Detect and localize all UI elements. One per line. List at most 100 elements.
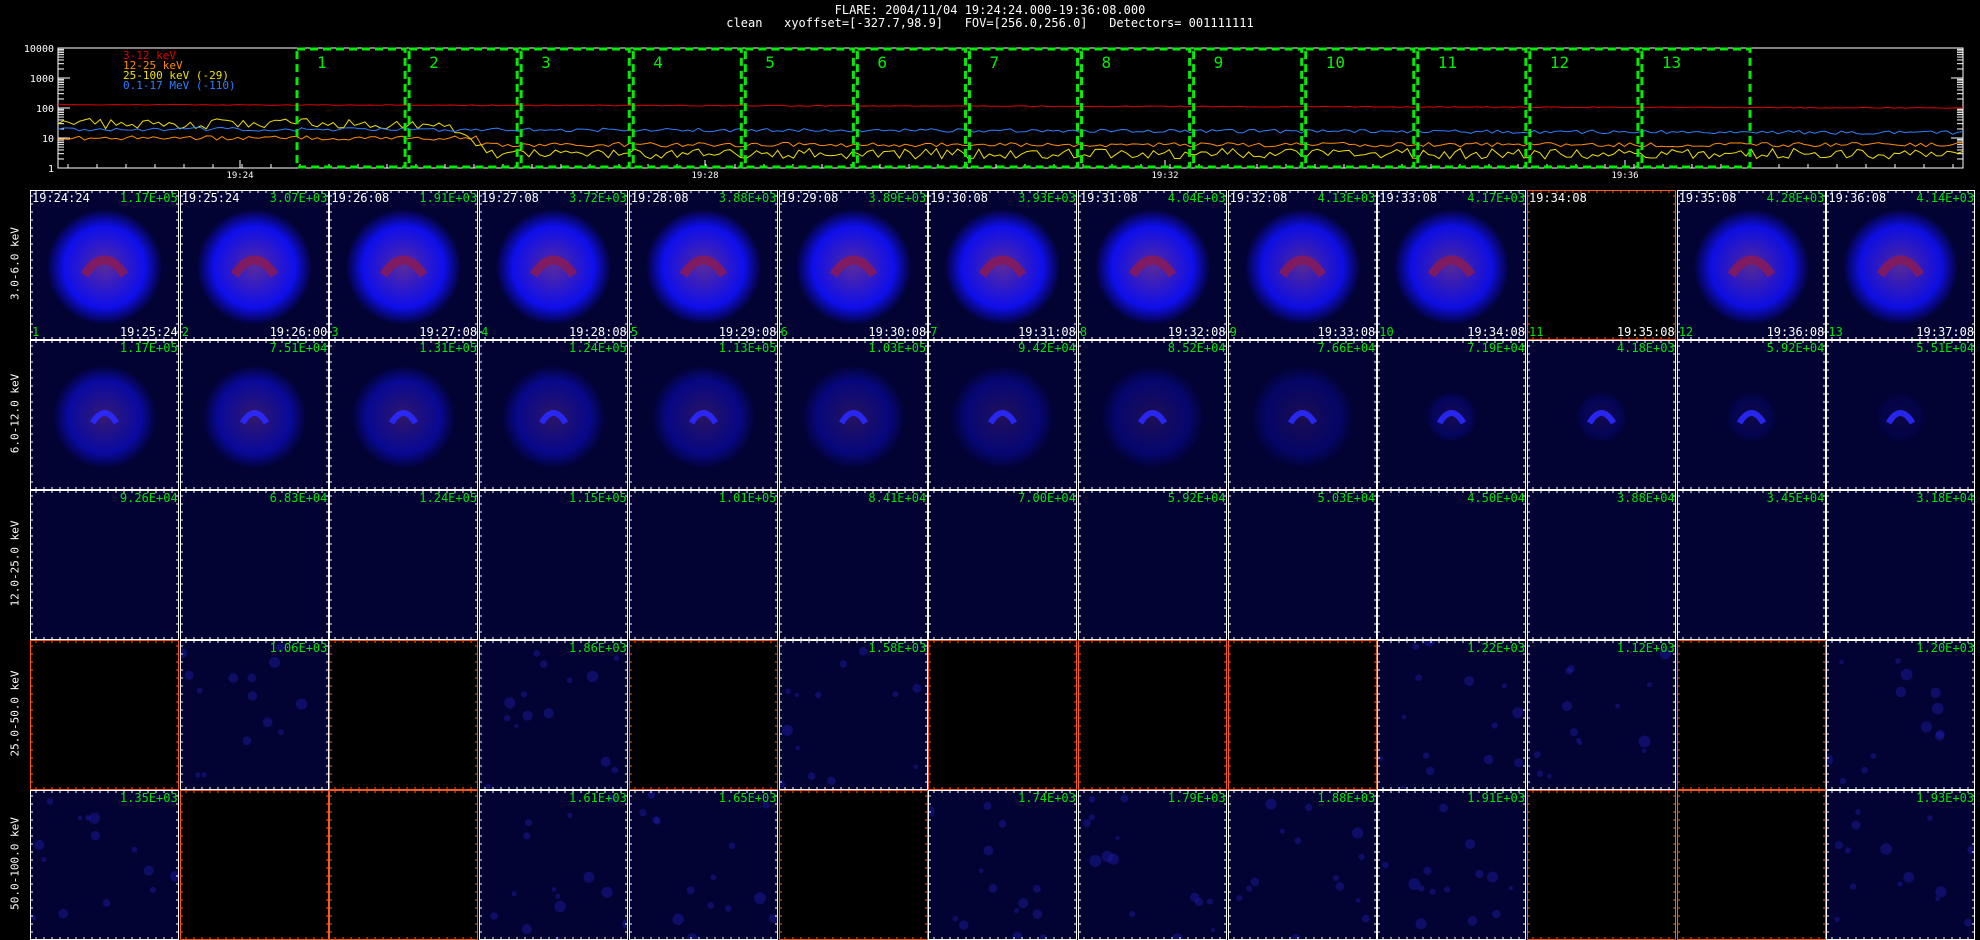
cell-frame: [628, 790, 778, 940]
cell-frame: [928, 790, 1078, 940]
cell-border: [928, 340, 1078, 490]
cell-border: [778, 640, 928, 790]
xtick-label: 19:24: [226, 171, 253, 181]
image-cell: 7.00E+04: [928, 490, 1078, 640]
interval-box: [631, 47, 743, 169]
cell-border: [1826, 190, 1976, 340]
start-time: 19:33:08: [1379, 191, 1438, 205]
cell-border: [479, 340, 629, 490]
cell-frame: [1826, 340, 1976, 490]
ytick-label: 1: [48, 164, 54, 175]
interval-label: 9: [1214, 53, 1224, 72]
end-time: 19:32:08: [1167, 325, 1226, 339]
cell-border: [1826, 340, 1976, 490]
cell-border: [30, 190, 179, 340]
cell-frame: [1527, 490, 1676, 640]
peak-value: 1.17E+05: [119, 191, 178, 205]
image-cell: 3.88E+03 19:28:08 19:29:08 5: [628, 190, 779, 340]
cell-frame: [1676, 340, 1826, 490]
row-label: 25.0-50.0 keV: [8, 670, 22, 757]
cell-frame: [329, 340, 479, 490]
interval-box: [295, 47, 407, 169]
xtick-label: 19:36: [1611, 171, 1638, 181]
cell-border: [1077, 490, 1227, 640]
cell-frame: [479, 640, 629, 790]
cell-frame: [1527, 340, 1676, 490]
cell-frame: [479, 490, 629, 640]
cell-frame: [179, 490, 329, 640]
end-time: 19:26:00: [269, 325, 328, 339]
image-cell: 19:34:08 19:35:08 11: [1527, 190, 1677, 340]
cell-frame: [1377, 640, 1527, 790]
cell-border: [778, 340, 928, 490]
cell-frame: [628, 640, 778, 790]
cell-border: [778, 490, 928, 640]
start-time: 19:35:08: [1678, 191, 1737, 205]
cell-border: [928, 190, 1078, 340]
end-time: 19:37:08: [1916, 325, 1975, 339]
series-line: [57, 126, 1964, 135]
image-cell: 1.31E+05: [329, 340, 480, 490]
row-label: 3.0-6.0 keV: [8, 227, 22, 300]
peak-value: 1.61E+03: [568, 791, 627, 805]
image-cell: 1.13E+05: [628, 340, 779, 490]
cell-border: [30, 340, 179, 490]
interval-number: 7: [930, 325, 938, 339]
cell-border: [628, 640, 778, 790]
cell-frame: [928, 340, 1078, 490]
cell-frame: [1077, 490, 1227, 640]
cell-border: [1527, 640, 1676, 790]
cell-frame: [329, 490, 479, 640]
cell-border: [329, 340, 479, 490]
image-cell: 3.93E+03 19:30:08 19:31:08 7: [928, 190, 1078, 340]
cell-border: [928, 490, 1078, 640]
cell-border: [1377, 340, 1527, 490]
image-cell: 1.03E+05: [778, 340, 929, 490]
peak-value: 3.07E+03: [269, 191, 328, 205]
cell-frame: [179, 340, 329, 490]
peak-value: 1.20E+03: [1916, 641, 1975, 655]
interval-box: [1416, 47, 1528, 169]
peak-value: 1.91E+03: [419, 191, 478, 205]
interval-number: 13: [1828, 325, 1843, 339]
image-cell: 4.18E+03: [1527, 340, 1677, 490]
image-cell: 1.06E+03: [179, 640, 330, 790]
cell-frame: [1527, 640, 1676, 790]
cell-border: [928, 640, 1078, 790]
header-line-2: clean xyoffset=[-327.7,98.9] FOV=[256.0,…: [726, 16, 1254, 30]
peak-value: 1.01E+05: [718, 491, 777, 505]
image-cell: 1.65E+03: [628, 790, 779, 940]
interval-box: [519, 47, 631, 169]
peak-value: 3.45E+04: [1766, 491, 1825, 505]
interval-label: 8: [1102, 53, 1112, 72]
cell-border: [1527, 190, 1676, 340]
image-cell: [329, 790, 480, 940]
image-cell: 3.72E+03 19:27:08 19:28:08 4: [479, 190, 629, 340]
cell-frame: [1227, 490, 1377, 640]
cell-frame: [1377, 490, 1527, 640]
image-cell: 6.83E+04: [179, 490, 330, 640]
ytick-label: 1000: [30, 74, 54, 85]
peak-value: 7.51E+04: [269, 341, 328, 355]
cell-frame: [30, 640, 179, 790]
peak-value: 4.04E+03: [1167, 191, 1226, 205]
image-cell: 1.24E+05: [329, 490, 480, 640]
cell-frame: [179, 640, 329, 790]
image-cell: 1.20E+03: [1826, 640, 1977, 790]
cell-border: [628, 790, 778, 940]
cell-border: [1676, 640, 1826, 790]
peak-value: 1.15E+05: [568, 491, 627, 505]
peak-value: 1.74E+03: [1018, 791, 1076, 805]
interval-number: 9: [1229, 325, 1237, 339]
start-time: 19:32:08: [1229, 191, 1288, 205]
cell-border: [329, 490, 479, 640]
peak-value: 1.86E+03: [568, 641, 627, 655]
cell-border: [1676, 490, 1826, 640]
cell-border: [479, 640, 629, 790]
cell-frame: [778, 340, 928, 490]
cell-border: [179, 640, 329, 790]
image-cell: [778, 790, 929, 940]
end-time: 19:28:08: [568, 325, 627, 339]
start-time: 19:28:08: [630, 191, 689, 205]
peak-value: 3.72E+03: [568, 191, 627, 205]
